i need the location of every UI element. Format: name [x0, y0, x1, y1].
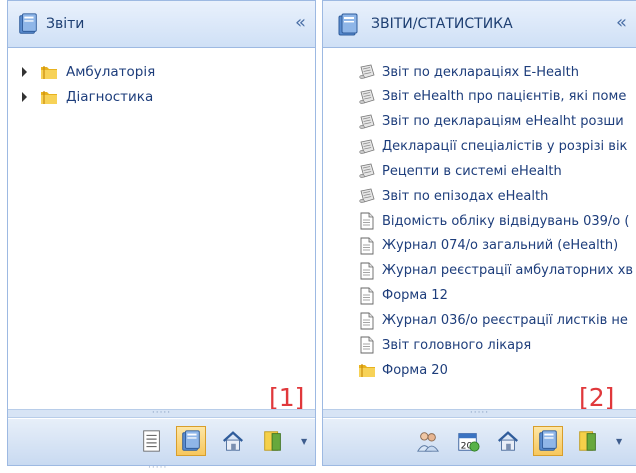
home-button[interactable]: [493, 426, 523, 456]
rolled-report-icon: [358, 187, 376, 205]
more-chevron-icon[interactable]: ▼: [616, 437, 622, 446]
home-button[interactable]: [218, 426, 248, 456]
panel-toolbar: ▼: [8, 419, 315, 465]
panel-header: ЗВІТИ/СТАТИСТИКА «: [323, 1, 636, 48]
rolled-report-icon: [358, 138, 376, 156]
reports-panel-right: ЗВІТИ/СТАТИСТИКА « [2] Звіт по деклараці…: [322, 0, 636, 466]
annotation-marker: [1]: [269, 383, 305, 412]
document-icon: [358, 262, 376, 280]
calendar-icon: [456, 429, 480, 453]
report-list-item[interactable]: Відомість обліку відвідувань 039/о (: [358, 210, 629, 232]
report-item-label: Журнал 074/о загальний (eHealth): [382, 238, 619, 254]
book-folder-button[interactable]: [573, 426, 603, 456]
report-list-item[interactable]: Журнал 036/о реєстрації листків не: [358, 310, 628, 332]
rolled-report-icon: [358, 113, 376, 131]
books-icon: [536, 429, 560, 453]
report-item-label: Рецепти в системі eHealth: [382, 163, 562, 179]
report-item-label: Звіт eHealth про пацієнтів, які поме: [382, 89, 627, 105]
rolled-report-icon: [358, 88, 376, 106]
tree-node-diagnostics[interactable]: Діагностика: [22, 87, 153, 107]
calendar-button[interactable]: [453, 426, 483, 456]
book-folder-icon: [576, 429, 600, 453]
collapse-panel-button[interactable]: «: [616, 14, 627, 32]
tree-node-label: Діагностика: [66, 89, 154, 105]
report-list-item[interactable]: Журнал 074/о загальний (eHealth): [358, 235, 618, 257]
report-list-item[interactable]: Звіт головного лікаря: [358, 334, 531, 356]
report-list-item[interactable]: Форма 12: [358, 285, 448, 307]
rolled-report-icon: [358, 162, 376, 180]
document-icon: [358, 312, 376, 330]
report-list-item[interactable]: Форма 20: [358, 359, 448, 381]
splitter-handle[interactable]: ·····: [8, 409, 315, 418]
doctors-button[interactable]: [413, 426, 443, 456]
report-list-icon: [140, 429, 164, 453]
report-list-item[interactable]: Декларації спеціалістів у розрізі вік: [358, 136, 627, 158]
report-item-label: Звіт головного лікаря: [382, 337, 532, 353]
document-icon: [358, 237, 376, 255]
reports-list: [2] Звіт по деклараціях E-Health Звіт eHe…: [323, 48, 636, 411]
grip-icon: ·····: [151, 408, 172, 418]
report-list-item[interactable]: Звіт по деклараціям eHealht розши: [358, 111, 624, 133]
report-item-label: Звіт по деклараціях E-Health: [382, 64, 579, 80]
books-icon: [335, 12, 361, 38]
reports-panel-left: Звіти « Амбулаторія Діагностика [1] ····…: [7, 0, 316, 466]
reports-tree: Амбулаторія Діагностика [1]: [8, 48, 315, 411]
report-item-label: Форма 20: [382, 362, 448, 378]
book-folder-icon: [261, 429, 285, 453]
report-item-label: Журнал реєстрації амбулаторних хв: [382, 263, 634, 279]
folder-icon: [40, 88, 58, 106]
home-icon: [496, 429, 520, 453]
expand-arrow-icon[interactable]: [22, 92, 27, 102]
panel-toolbar: ▼: [323, 419, 636, 465]
doctors-icon: [416, 429, 440, 453]
document-icon: [358, 336, 376, 354]
document-icon: [358, 287, 376, 305]
home-icon: [221, 429, 245, 453]
panel-title: ЗВІТИ/СТАТИСТИКА: [371, 16, 513, 32]
report-list-item[interactable]: Журнал реєстрації амбулаторних хв: [358, 260, 633, 282]
panel-title: Звіти: [46, 16, 85, 32]
reports-button[interactable]: [176, 426, 206, 456]
report-item-label: Відомість обліку відвідувань 039/о (: [382, 213, 630, 229]
splitter-handle[interactable]: ·····: [323, 409, 636, 418]
report-item-label: Форма 12: [382, 288, 448, 304]
report-list-item[interactable]: Звіт по епізодах eHealth: [358, 185, 548, 207]
report-item-label: Звіт по деклараціям eHealht розши: [382, 114, 624, 130]
report-item-label: Декларації спеціалістів у розрізі вік: [382, 139, 628, 155]
books-icon: [179, 429, 203, 453]
report-item-label: Журнал 036/о реєстрації листків не: [382, 313, 628, 328]
folder-icon: [40, 63, 58, 81]
annotation-marker: [2]: [579, 383, 615, 412]
expand-arrow-icon[interactable]: [22, 67, 27, 77]
tree-node-label: Амбулаторія: [66, 64, 156, 80]
report-list-item[interactable]: Рецепти в системі eHealth: [358, 160, 562, 182]
reports-button[interactable]: [533, 426, 563, 456]
report-list-button[interactable]: [137, 426, 167, 456]
folder-icon: [358, 361, 376, 379]
more-chevron-icon[interactable]: ▼: [301, 437, 307, 446]
book-folder-button[interactable]: [258, 426, 288, 456]
panel-header: Звіти «: [8, 1, 315, 48]
report-list-item[interactable]: Звіт eHealth про пацієнтів, які поме: [358, 86, 626, 108]
rolled-report-icon: [358, 63, 376, 81]
grip-icon: ·····: [469, 408, 490, 418]
books-icon: [16, 12, 40, 36]
bottom-grip-icon[interactable]: ·····: [148, 463, 167, 473]
report-list-item[interactable]: Звіт по деклараціях E-Health: [358, 61, 579, 83]
tree-node-ambulatory[interactable]: Амбулаторія: [22, 62, 155, 82]
collapse-panel-button[interactable]: «: [295, 14, 306, 32]
report-item-label: Звіт по епізодах eHealth: [382, 188, 549, 204]
document-icon: [358, 212, 376, 230]
